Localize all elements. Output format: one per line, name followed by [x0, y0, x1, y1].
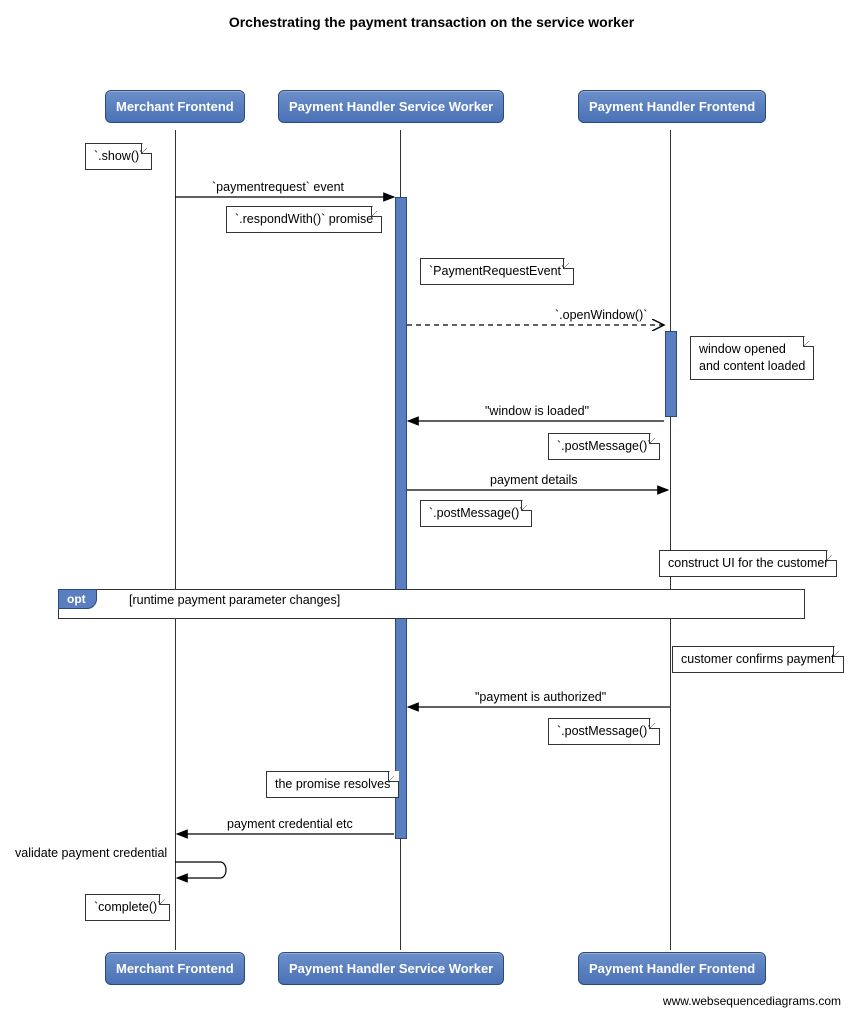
- diagram-title: Orchestrating the payment transaction on…: [0, 0, 863, 40]
- note-show: `.show()`: [85, 143, 152, 170]
- msg-paymentrequest: `paymentrequest` event: [212, 180, 344, 194]
- actor-worker-top: Payment Handler Service Worker: [278, 90, 504, 123]
- actor-worker-bottom: Payment Handler Service Worker: [278, 952, 504, 985]
- note-postmessage-3: `.postMessage()`: [548, 718, 660, 745]
- note-postmessage-1: `.postMessage()`: [548, 433, 660, 460]
- actor-merchant-bottom: Merchant Frontend: [105, 952, 245, 985]
- msg-window-loaded: "window is loaded": [485, 404, 589, 418]
- actor-frontend-top: Payment Handler Frontend: [578, 90, 766, 123]
- note-promise-resolves: the promise resolves: [266, 771, 399, 798]
- opt-frame-text: [runtime payment parameter changes]: [129, 593, 340, 607]
- msg-payment-credential: payment credential etc: [227, 817, 353, 831]
- note-line-1: window opened: [699, 342, 786, 356]
- note-respondwith: `.respondWith()` promise: [226, 206, 382, 233]
- note-postmessage-2: `.postMessage()`: [420, 500, 532, 527]
- actor-frontend-bottom: Payment Handler Frontend: [578, 952, 766, 985]
- activation-worker: [395, 197, 407, 839]
- msg-payment-details: payment details: [490, 473, 578, 487]
- note-complete: `complete()`: [85, 894, 170, 921]
- footer-link[interactable]: www.websequencediagrams.com: [663, 994, 841, 1008]
- msg-validate: validate payment credential: [15, 846, 167, 860]
- activation-frontend: [665, 331, 677, 417]
- lifeline-frontend: [670, 130, 671, 950]
- opt-frame: opt [runtime payment parameter changes]: [58, 589, 805, 619]
- diagram-canvas: Merchant Frontend Payment Handler Servic…: [0, 40, 863, 1010]
- msg-openwindow: `.openWindow()`: [555, 308, 647, 322]
- note-construct-ui: construct UI for the customer: [659, 550, 837, 577]
- opt-frame-tag: opt: [58, 589, 97, 609]
- note-payment-request-event: `PaymentRequestEvent`: [420, 258, 574, 285]
- lifeline-merchant: [175, 130, 176, 950]
- note-window-opened: window opened and content loaded: [690, 336, 814, 380]
- note-customer-confirms: customer confirms payment: [672, 646, 844, 673]
- note-line-2: and content loaded: [699, 359, 805, 373]
- actor-merchant-top: Merchant Frontend: [105, 90, 245, 123]
- msg-payment-authorized: "payment is authorized": [475, 690, 606, 704]
